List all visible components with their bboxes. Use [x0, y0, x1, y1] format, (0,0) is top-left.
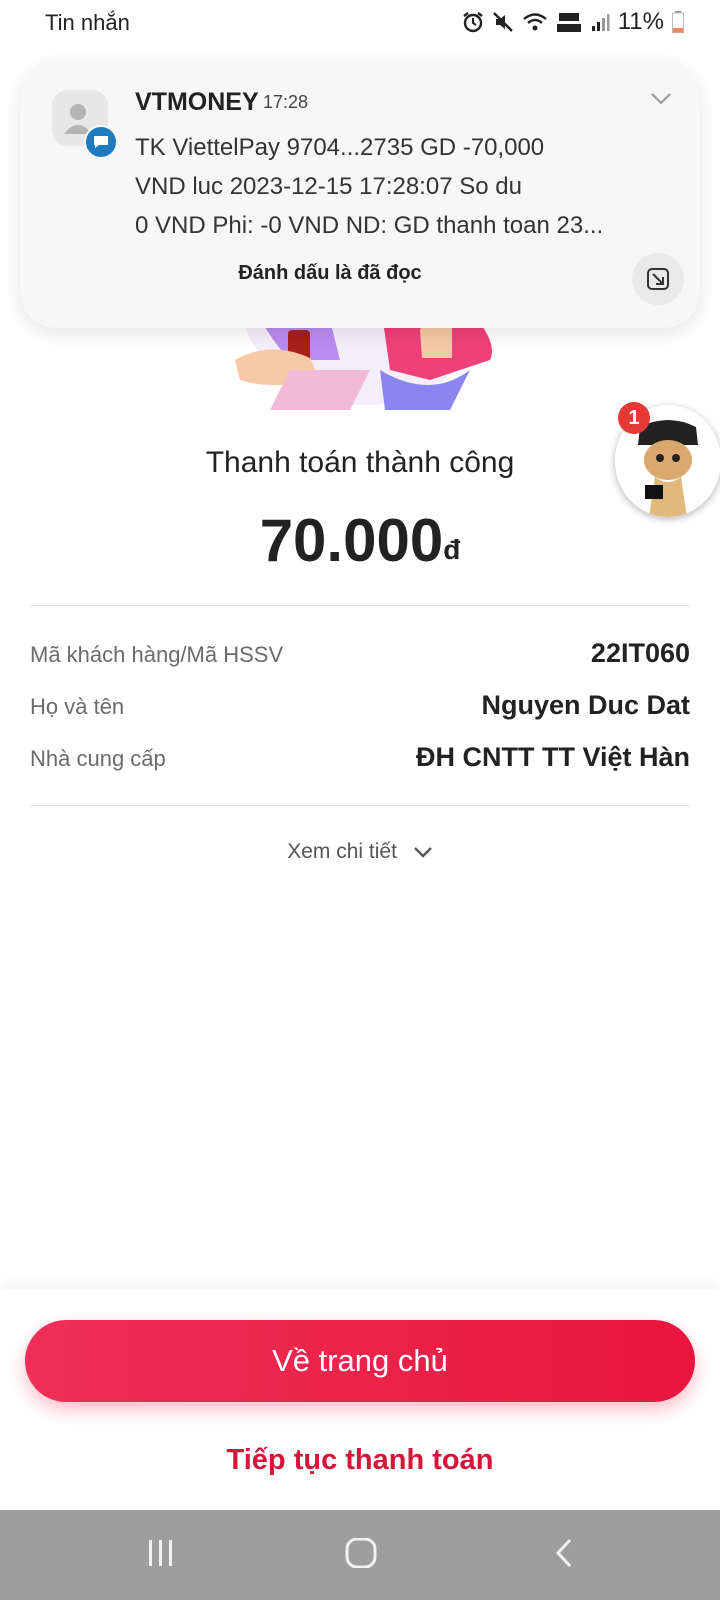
detail-value: ĐH CNTT TT Việt Hàn [415, 742, 690, 772]
status-icons: 11% [462, 8, 684, 36]
divider [30, 605, 690, 606]
notification-body: TK ViettelPay 9704...2735 GD -70,000 VND… [135, 128, 655, 245]
signal-icon [591, 14, 610, 31]
expand-window-icon [647, 268, 669, 290]
battery-percent: 11% [617, 8, 664, 35]
detail-row-customer-id: Mã khách hàng/Mã HSSV 22IT060 [30, 638, 690, 678]
detail-value: Nguyen Duc Dat [481, 690, 690, 720]
open-in-popup-button[interactable] [632, 253, 684, 305]
wifi-icon [522, 13, 547, 31]
notification-sender: VTMONEY [135, 88, 259, 116]
battery-icon [672, 11, 684, 33]
amount-currency: đ [443, 534, 461, 565]
notification-line: 0 VND Phi: -0 VND ND: GD thanh toan 23..… [135, 212, 604, 239]
detail-value: 22IT060 [590, 638, 690, 668]
status-bar: Tin nhắn 11% [0, 0, 720, 48]
volte-icon [556, 13, 581, 32]
status-bar-app-title: Tin nhắn [45, 10, 130, 35]
continue-payment-link[interactable]: Tiếp tục thanh toán [0, 1444, 720, 1477]
payment-amount: 70.000đ [0, 506, 720, 575]
divider [30, 805, 690, 806]
chat-badge-icon [84, 125, 118, 159]
payment-status-title: Thanh toán thành công [205, 446, 515, 479]
back-to-home-button[interactable]: Về trang chủ [25, 1320, 695, 1402]
back-icon[interactable] [552, 1538, 576, 1568]
notification-line: VND luc 2023-12-15 17:28:07 So du [135, 173, 522, 200]
detail-row-provider: Nhà cung cấp ĐH CNTT TT Việt Hàn [30, 742, 690, 782]
notification-card[interactable]: VTMONEY 17:28 TK ViettelPay 9704...2735 … [20, 60, 700, 328]
chevron-down-icon [413, 847, 432, 859]
notification-line: TK ViettelPay 9704...2735 GD -70,000 [135, 134, 545, 161]
home-icon[interactable] [345, 1538, 377, 1568]
messages-app-icon [52, 90, 118, 159]
notification-time: 17:28 [263, 92, 309, 112]
detail-label: Họ và tên [30, 694, 125, 719]
detail-label: Mã khách hàng/Mã HSSV [30, 642, 284, 667]
detail-label: Nhà cung cấp [30, 746, 166, 771]
mute-icon [492, 12, 513, 32]
recent-apps-icon[interactable] [146, 1538, 176, 1568]
see-details-toggle[interactable]: Xem chi tiết [0, 840, 720, 864]
amount-value: 70.000 [259, 507, 444, 574]
unread-count-badge: 1 [618, 402, 650, 434]
mark-as-read-button[interactable]: Đánh dấu là đã đọc [20, 262, 640, 285]
detail-row-full-name: Họ và tên Nguyen Duc Dat [30, 690, 690, 730]
system-navigation-bar [0, 1510, 720, 1600]
see-details-label: Xem chi tiết [287, 840, 397, 863]
chevron-down-icon[interactable] [650, 92, 672, 106]
alarm-icon [463, 12, 483, 33]
